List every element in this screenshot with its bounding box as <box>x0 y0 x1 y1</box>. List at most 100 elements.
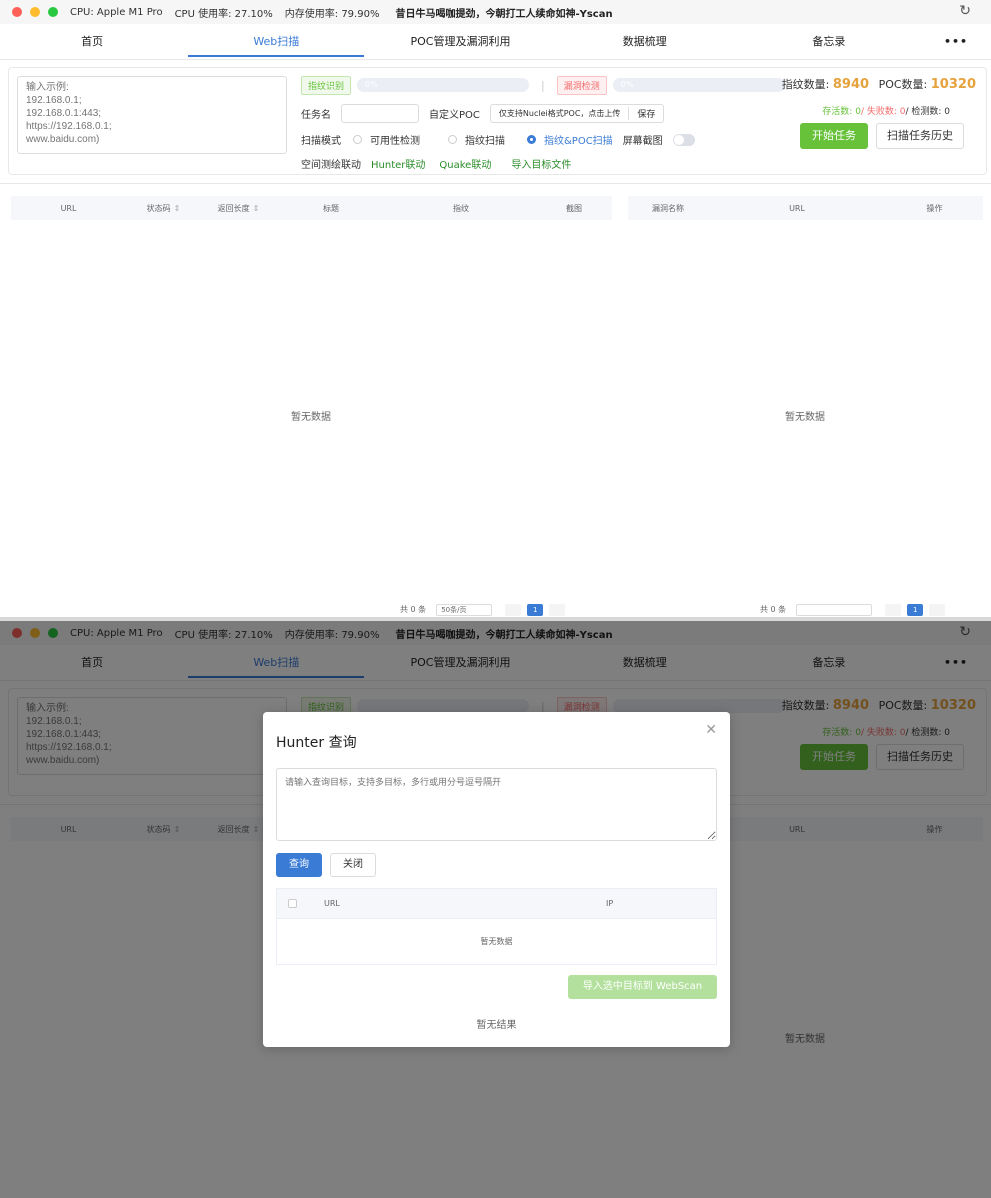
custom-poc-label: 自定义POC <box>429 110 480 121</box>
save-button[interactable]: 保存 <box>628 107 663 120</box>
hunter-table-header: URL IP <box>277 889 716 919</box>
divider <box>0 183 991 184</box>
results-pagination: 共 0 条 50条/页 1 <box>400 604 568 617</box>
results-table-header: URL 状态码 ⇕ 返回长度 ⇕ 标题 指纹 截图 <box>11 196 612 220</box>
memory-usage: 内存使用率: 79.90% <box>284 8 380 20</box>
alive-label: 存活数: <box>822 107 856 117</box>
select-all-checkbox[interactable] <box>288 899 297 908</box>
no-result-text: 暂无结果 <box>476 1020 517 1031</box>
col-vuln-url: URL <box>789 203 805 213</box>
refresh-icon[interactable]: ↻ <box>959 3 971 19</box>
poc-count-label: POC数量: <box>878 78 931 91</box>
target-input[interactable] <box>17 76 287 154</box>
radio-label: 可用性检测 <box>370 136 420 147</box>
page-1-button[interactable]: 1 <box>907 604 924 616</box>
mapping-label: 空间测绘联动 <box>301 160 361 171</box>
scan-history-button[interactable]: 扫描任务历史 <box>876 123 964 149</box>
poc-count: 10320 <box>930 77 976 92</box>
mode-fingerprint-radio[interactable]: 指纹扫描 <box>448 132 505 147</box>
poc-upload-group: 仅支持Nuclei格式POC，点击上传 保存 <box>489 104 665 123</box>
col-label: 状态码 <box>146 203 171 213</box>
screenshot-toggle[interactable] <box>672 133 695 146</box>
main-window-with-dialog: CPU: Apple M1 Pro CPU 使用率: 27.10% 内存使用率:… <box>0 621 991 1198</box>
col-action: 操作 <box>926 203 943 213</box>
vuln-progress-bar: 0% <box>612 78 785 92</box>
next-page-button[interactable] <box>549 604 566 616</box>
fingerprint-progress-bar: 0% <box>357 78 530 92</box>
page-1-button[interactable]: 1 <box>527 604 544 616</box>
cpu-usage: CPU 使用率: 27.10% <box>174 8 273 20</box>
count-summary: 指纹数量: 8940 POC数量: 10320 <box>782 76 976 92</box>
main-window: CPU: Apple M1 Pro CPU 使用率: 27.10% 内存使用率:… <box>0 0 991 617</box>
vuln-pagination: 共 0 条 1 <box>760 604 948 617</box>
app-motto: 昔日牛马喝咖提劲，今朝打工人续命如神-Yscan <box>395 8 613 20</box>
screenshot-label: 屏幕截图 <box>622 136 663 147</box>
close-button[interactable]: 关闭 <box>330 853 376 877</box>
hunter-query-dialog: Hunter 查询 ✕ 查询 关闭 URL IP 暂无数据 导入选中目标到 We… <box>263 712 730 1047</box>
fail-label: / 失败数: <box>860 107 900 117</box>
dialog-title: Hunter 查询 <box>276 735 357 751</box>
more-menu-icon[interactable]: ••• <box>921 26 991 59</box>
window-controls <box>12 7 68 17</box>
radio-dot <box>353 135 362 144</box>
mapping-row: 空间测绘联动 Hunter联动 Quake联动 导入目标文件 <box>301 156 571 171</box>
task-name-input[interactable] <box>341 104 419 123</box>
radio-dot <box>448 135 457 144</box>
close-icon[interactable]: ✕ <box>705 722 717 738</box>
prev-page-button[interactable] <box>885 604 902 616</box>
start-task-button[interactable]: 开始任务 <box>800 123 868 149</box>
pager-total: 共 0 条 <box>760 605 787 614</box>
fingerprint-tag: 指纹识别 <box>301 75 352 95</box>
progress-row: 指纹识别 0% | 漏洞检测 0% <box>301 75 785 95</box>
tab-web-scan[interactable]: Web扫描 <box>184 26 368 59</box>
col-ip: IP <box>606 899 614 908</box>
col-status-code[interactable]: 状态码⇕ <box>126 203 201 214</box>
col-url: URL <box>60 203 77 213</box>
col-length[interactable]: 返回长度⇕ <box>201 203 276 214</box>
maximize-window-button[interactable] <box>48 7 58 17</box>
col-screenshot: 截图 <box>566 203 582 213</box>
scan-stats: 存活数: 0/ 失败数: 0/ 检测数: 0 <box>822 104 950 117</box>
close-window-button[interactable] <box>12 7 22 17</box>
tab-memo[interactable]: 备忘录 <box>737 26 921 59</box>
main-tabs: 首页 Web扫描 POC管理及漏洞利用 数据梳理 备忘录 ••• <box>0 26 991 60</box>
hunter-empty-text: 暂无数据 <box>480 937 513 946</box>
task-row: 任务名 自定义POC 仅支持Nuclei格式POC，点击上传 保存 <box>301 104 665 123</box>
sort-icon[interactable]: ⇕ <box>174 204 181 213</box>
radio-label: 指纹&POC扫描 <box>544 136 613 147</box>
next-page-button[interactable] <box>929 604 946 616</box>
checked-count: 0 <box>944 107 950 117</box>
pager-total: 共 0 条 <box>400 605 427 614</box>
page-size-select[interactable]: 50条/页 <box>436 604 493 616</box>
tab-poc-management[interactable]: POC管理及漏洞利用 <box>368 26 552 59</box>
prev-page-button[interactable] <box>505 604 522 616</box>
mode-availability-radio[interactable]: 可用性检测 <box>353 132 420 147</box>
tab-data-organize[interactable]: 数据梳理 <box>553 26 737 59</box>
scan-control-panel: 指纹识别 0% | 漏洞检测 0% 任务名 自定义POC 仅支持Nuclei格式… <box>8 67 987 175</box>
import-file-link[interactable]: 导入目标文件 <box>511 156 571 171</box>
mode-fingerprint-poc-radio[interactable]: 指纹&POC扫描 <box>527 132 613 147</box>
import-to-webscan-button[interactable]: 导入选中目标到 WebScan <box>568 975 717 999</box>
scan-mode-label: 扫描模式 <box>301 136 341 147</box>
vuln-tag: 漏洞检测 <box>556 75 607 95</box>
hunter-query-input[interactable] <box>276 768 717 841</box>
query-button[interactable]: 查询 <box>276 853 322 877</box>
radio-dot <box>527 135 536 144</box>
poc-upload-button[interactable]: 仅支持Nuclei格式POC，点击上传 <box>491 108 629 119</box>
scan-mode-row: 扫描模式 可用性检测 指纹扫描 指纹&POC扫描 屏幕截图 <box>301 132 695 147</box>
page-size-select[interactable] <box>796 604 873 616</box>
col-fingerprint: 指纹 <box>453 203 469 213</box>
title-bar: CPU: Apple M1 Pro CPU 使用率: 27.10% 内存使用率:… <box>0 0 991 24</box>
vuln-progress-text: 0% <box>620 80 634 89</box>
task-name-label: 任务名 <box>301 110 331 121</box>
quake-link[interactable]: Quake联动 <box>439 156 491 171</box>
fingerprint-progress-text: 0% <box>365 80 378 89</box>
checked-label: / 检测数: <box>905 107 945 117</box>
results-empty-text: 暂无数据 <box>291 412 331 423</box>
minimize-window-button[interactable] <box>30 7 40 17</box>
fingerprint-count-label: 指纹数量: <box>781 78 833 91</box>
vuln-empty-text: 暂无数据 <box>785 412 825 423</box>
hunter-link[interactable]: Hunter联动 <box>371 156 425 171</box>
sort-icon[interactable]: ⇕ <box>253 204 260 213</box>
tab-home[interactable]: 首页 <box>0 26 184 59</box>
